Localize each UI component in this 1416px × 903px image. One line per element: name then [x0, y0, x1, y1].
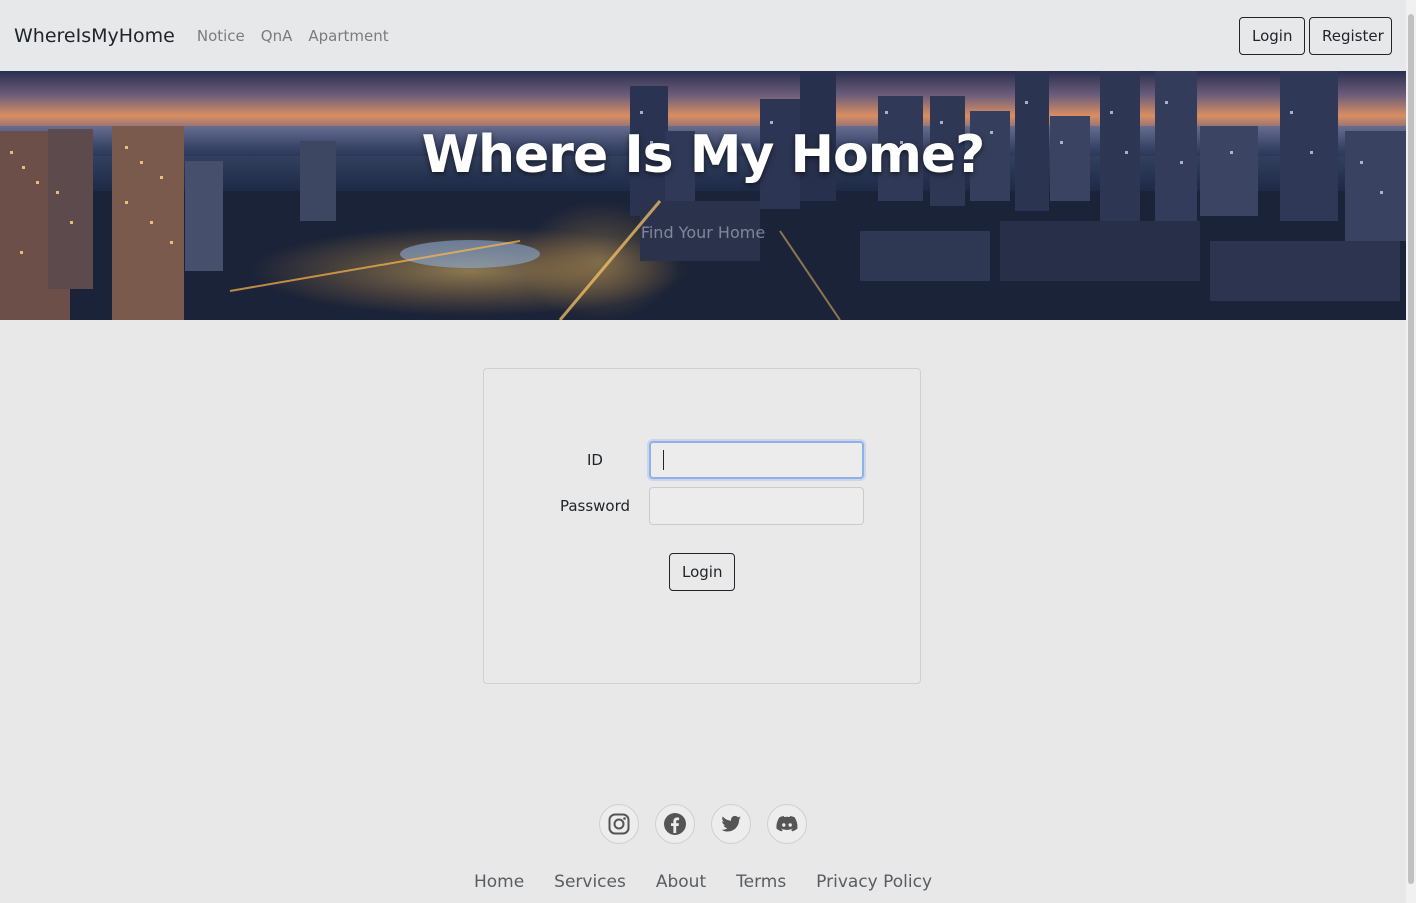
page: WhereIsMyHome Notice QnA Apartment Login…	[0, 0, 1406, 903]
nav-link-qna[interactable]: QnA	[261, 27, 293, 45]
id-label: ID	[587, 451, 603, 469]
footer-link-services[interactable]: Services	[554, 872, 626, 892]
login-card: ID Password Login	[483, 368, 921, 684]
id-row: ID	[550, 441, 864, 479]
city-skyline-image	[0, 71, 1406, 320]
discord-button[interactable]	[767, 804, 807, 844]
password-input[interactable]	[649, 487, 864, 525]
nav-link-apartment[interactable]: Apartment	[308, 27, 388, 45]
hero-subtitle: Find Your Home	[640, 223, 766, 242]
nav-link-notice[interactable]: Notice	[197, 27, 245, 45]
footer-link-home[interactable]: Home	[474, 872, 524, 892]
facebook-icon	[664, 813, 686, 835]
navbar: WhereIsMyHome Notice QnA Apartment Login…	[0, 0, 1406, 71]
id-input[interactable]	[649, 441, 864, 479]
password-row: Password	[550, 487, 864, 525]
footer-link-about[interactable]: About	[656, 872, 706, 892]
hero-banner: Where Is My Home? Find Your Home	[0, 71, 1406, 320]
login-submit-button[interactable]: Login	[669, 553, 735, 591]
hero-title: Where Is My Home?	[421, 125, 986, 185]
footer-nav: Home Services About Terms Privacy Policy	[0, 872, 1406, 892]
login-button[interactable]: Login	[1239, 16, 1305, 55]
text-caret	[663, 450, 664, 470]
facebook-button[interactable]	[655, 804, 695, 844]
scrollbar-thumb[interactable]	[1408, 14, 1414, 884]
twitter-icon	[721, 815, 742, 832]
nav-actions: Login Register	[1239, 16, 1392, 55]
footer-link-privacy-policy[interactable]: Privacy Policy	[816, 872, 932, 892]
twitter-button[interactable]	[711, 804, 751, 844]
footer-link-terms[interactable]: Terms	[736, 872, 786, 892]
password-label: Password	[559, 497, 631, 515]
discord-icon	[776, 816, 798, 832]
register-button[interactable]: Register	[1309, 16, 1392, 55]
page-scrollbar[interactable]	[1406, 0, 1416, 903]
brand-link[interactable]: WhereIsMyHome	[14, 25, 175, 47]
instagram-button[interactable]	[599, 804, 639, 844]
instagram-icon	[608, 813, 630, 835]
social-links	[0, 804, 1406, 844]
